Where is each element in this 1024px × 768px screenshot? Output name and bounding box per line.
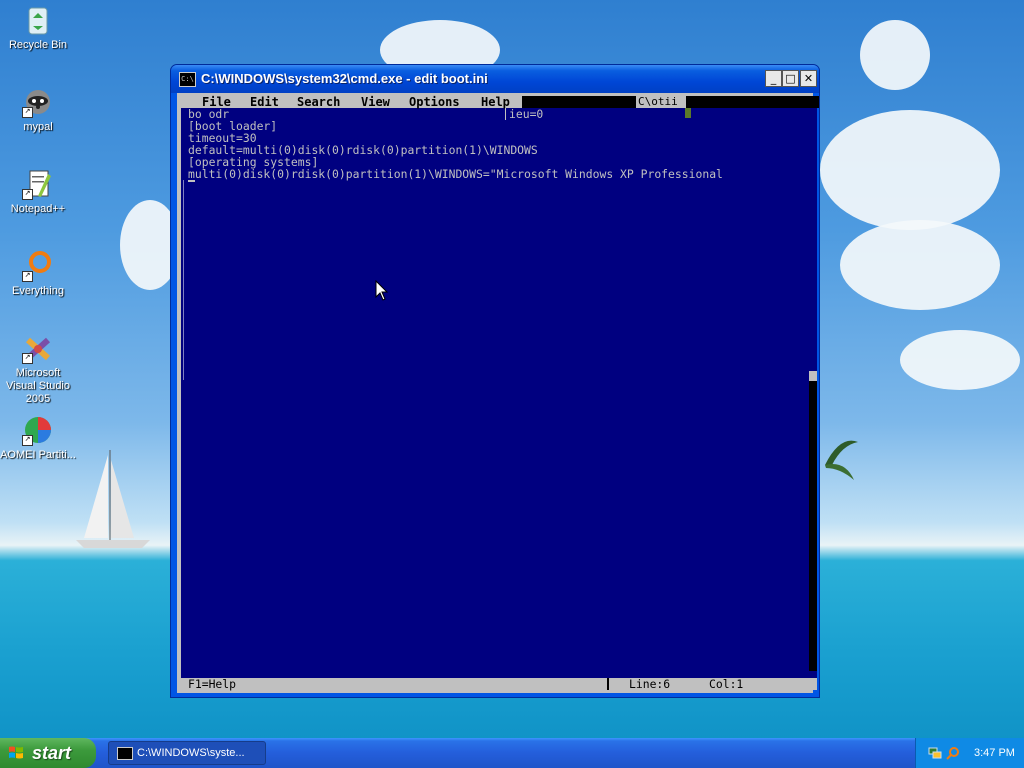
- system-tray: 3:47 PM: [915, 738, 1024, 768]
- menu-edit[interactable]: Edit: [250, 96, 279, 108]
- taskbar-item-cmd[interactable]: C:\WINDOWS\syste...: [108, 741, 266, 765]
- desktop-icon-label: Everything: [12, 285, 64, 297]
- cloud: [900, 330, 1020, 390]
- cmd-window[interactable]: C:\ C:\WINDOWS\system32\cmd.exe - edit b…: [170, 64, 820, 698]
- edit-left-border: [183, 180, 184, 380]
- shortcut-arrow-icon: ↗: [22, 353, 33, 364]
- start-button[interactable]: start: [0, 738, 96, 768]
- status-separator: [607, 678, 609, 690]
- text-line[interactable]: multi(0)disk(0)rdisk(0)partition(1)\WIND…: [188, 168, 723, 180]
- shortcut-arrow-icon: ↗: [22, 435, 33, 446]
- raccoon-icon: ↗: [22, 86, 54, 118]
- cloud: [840, 220, 1000, 310]
- cloud: [820, 110, 1000, 230]
- aomei-partition-icon: ↗: [22, 414, 54, 446]
- desktop-icon-notepad-plus-plus[interactable]: ↗ Notepad++: [0, 168, 76, 216]
- console-icon: [117, 747, 133, 760]
- clock[interactable]: 3:47 PM: [974, 738, 1015, 768]
- desktop-icon-recycle-bin[interactable]: Recycle Bin: [0, 4, 76, 52]
- network-icon[interactable]: [928, 746, 942, 760]
- palm-tree-image: [825, 440, 858, 480]
- desktop-icon-label: Microsoft Visual Studio 2005: [5, 367, 70, 405]
- minimize-button[interactable]: _: [765, 70, 782, 87]
- vertical-scrollbar[interactable]: [809, 371, 817, 671]
- desktop-icon-label: Notepad++: [10, 203, 66, 215]
- window-titlebar[interactable]: C:\ C:\WINDOWS\system32\cmd.exe - edit b…: [171, 65, 819, 93]
- desktop-icon-mypal[interactable]: ↗ mypal: [0, 86, 76, 134]
- windows-logo-icon: [9, 746, 23, 759]
- status-help: F1=Help: [188, 677, 237, 691]
- menu-help[interactable]: Help: [481, 96, 510, 108]
- sailboat-image: [76, 450, 150, 548]
- everything-search-icon: ↗: [22, 250, 54, 282]
- desktop-icon-label: mypal: [23, 121, 53, 133]
- scrollbar-thumb[interactable]: [809, 371, 817, 381]
- menu-search[interactable]: Search: [297, 96, 340, 108]
- status-col: Col:1: [709, 677, 744, 691]
- cloud: [860, 20, 930, 90]
- ghost-text: ieu=0: [505, 108, 543, 120]
- desktop-icon-aomei[interactable]: ↗ AOMEI Partiti...: [0, 414, 76, 462]
- visual-studio-icon: ↗: [22, 332, 54, 364]
- shortcut-arrow-icon: ↗: [22, 271, 33, 282]
- dos-edit-area[interactable]: File Edit Search View Options Help C\oti…: [181, 96, 819, 690]
- desktop-icon-label: AOMEI Partiti...: [0, 449, 76, 461]
- edit-menubar: File Edit Search View Options Help C\oti…: [181, 96, 819, 108]
- console-client-area: File Edit Search View Options Help C\oti…: [177, 93, 819, 693]
- menu-options[interactable]: Options: [409, 96, 460, 108]
- console-icon: C:\: [179, 72, 196, 87]
- close-button[interactable]: ✕: [800, 70, 817, 87]
- search-icon[interactable]: [946, 746, 960, 760]
- notepad-plus-plus-icon: ↗: [22, 168, 54, 200]
- file-path-label: C\otii: [636, 96, 686, 108]
- start-label: start: [32, 743, 72, 763]
- shortcut-arrow-icon: ↗: [22, 189, 33, 200]
- status-line: Line:6: [629, 677, 671, 691]
- mouse-pointer-icon: [375, 280, 389, 301]
- recycle-bin-icon: [22, 4, 54, 36]
- menu-view[interactable]: View: [361, 96, 390, 108]
- desktop: { "desktop": { "icons": [ {"label": "Rec…: [0, 0, 1024, 768]
- shortcut-arrow-icon: ↗: [22, 107, 33, 118]
- artifact-block: [685, 108, 691, 118]
- maximize-button[interactable]: □: [782, 70, 799, 87]
- desktop-icon-everything[interactable]: ↗ Everything: [0, 250, 76, 298]
- desktop-icon-label: Recycle Bin: [8, 39, 68, 51]
- desktop-icon-visual-studio[interactable]: ↗ Microsoft Visual Studio 2005: [0, 332, 76, 406]
- text-cursor: [188, 180, 195, 182]
- taskbar-item-label: C:\WINDOWS\syste...: [137, 747, 245, 759]
- window-title: C:\WINDOWS\system32\cmd.exe - edit boot.…: [201, 71, 488, 86]
- status-bar: F1=Help Line:6 Col:1: [181, 678, 817, 690]
- taskbar: start C:\WINDOWS\syste... 3:47 PM: [0, 738, 1024, 768]
